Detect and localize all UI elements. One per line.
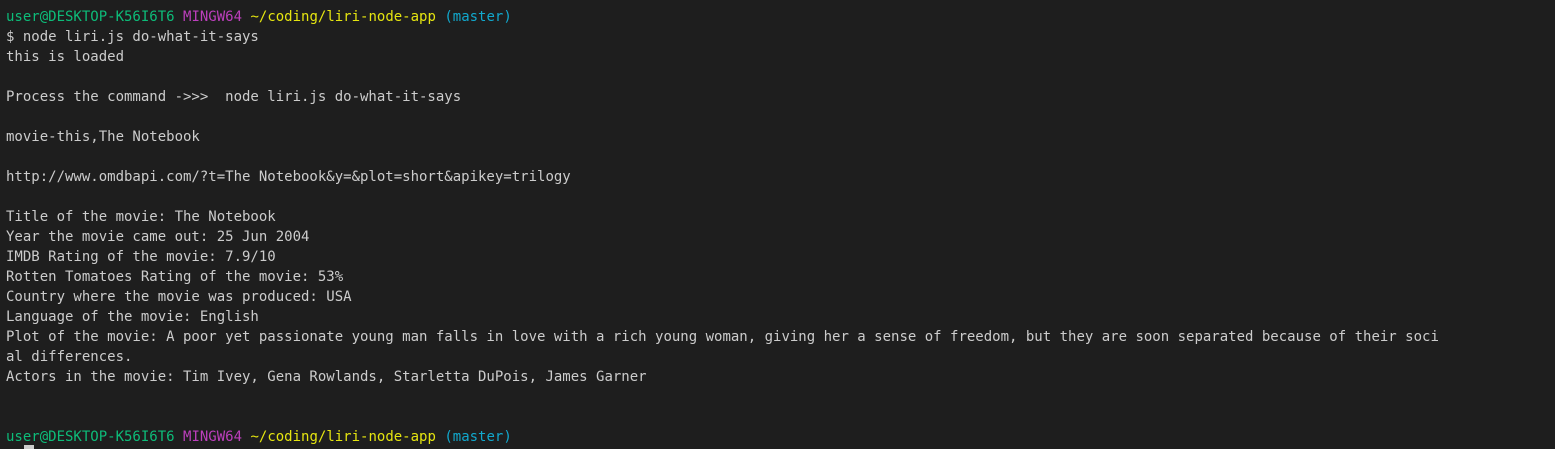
prompt-branch: (master) [444, 429, 512, 445]
prompt-path: ~/coding/liri-node-app [250, 9, 436, 25]
output-rotten: Rotten Tomatoes Rating of the movie: 53% [6, 269, 344, 285]
command-line: $ node liri.js do-what-it-says [6, 29, 259, 45]
output-language: Language of the movie: English [6, 309, 259, 325]
prompt-host: MINGW64 [183, 429, 243, 445]
output-year: Year the movie came out: 25 Jun 2004 [6, 229, 310, 245]
output-loaded: this is loaded [6, 49, 125, 65]
prompt-user: user@DESKTOP-K56I6T6 [6, 429, 175, 445]
output-file-content: movie-this,The Notebook [6, 129, 200, 145]
output-country: Country where the movie was produced: US… [6, 289, 352, 305]
output-plot-wrap: al differences. [6, 349, 133, 365]
prompt-branch: (master) [444, 9, 512, 25]
output-actors: Actors in the movie: Tim Ivey, Gena Rowl… [6, 369, 647, 385]
prompt-host: MINGW64 [183, 9, 243, 25]
output-process: Process the command ->>> node liri.js do… [6, 89, 462, 105]
output-imdb: IMDB Rating of the movie: 7.9/10 [6, 249, 276, 265]
prompt-line: user@DESKTOP-K56I6T6 MINGW64 ~/coding/li… [6, 7, 1555, 27]
output-plot: Plot of the movie: A poor yet passionate… [6, 329, 1439, 345]
prompt-user: user@DESKTOP-K56I6T6 [6, 9, 175, 25]
prompt-path: ~/coding/liri-node-app [250, 429, 436, 445]
prompt-line: user@DESKTOP-K56I6T6 MINGW64 ~/coding/li… [6, 427, 1555, 447]
output-url: http://www.omdbapi.com/?t=The Notebook&y… [6, 169, 571, 185]
terminal-window[interactable]: user@DESKTOP-K56I6T6 MINGW64 ~/coding/li… [0, 0, 1555, 449]
terminal-cursor [24, 445, 34, 449]
output-title: Title of the movie: The Notebook [6, 209, 276, 225]
